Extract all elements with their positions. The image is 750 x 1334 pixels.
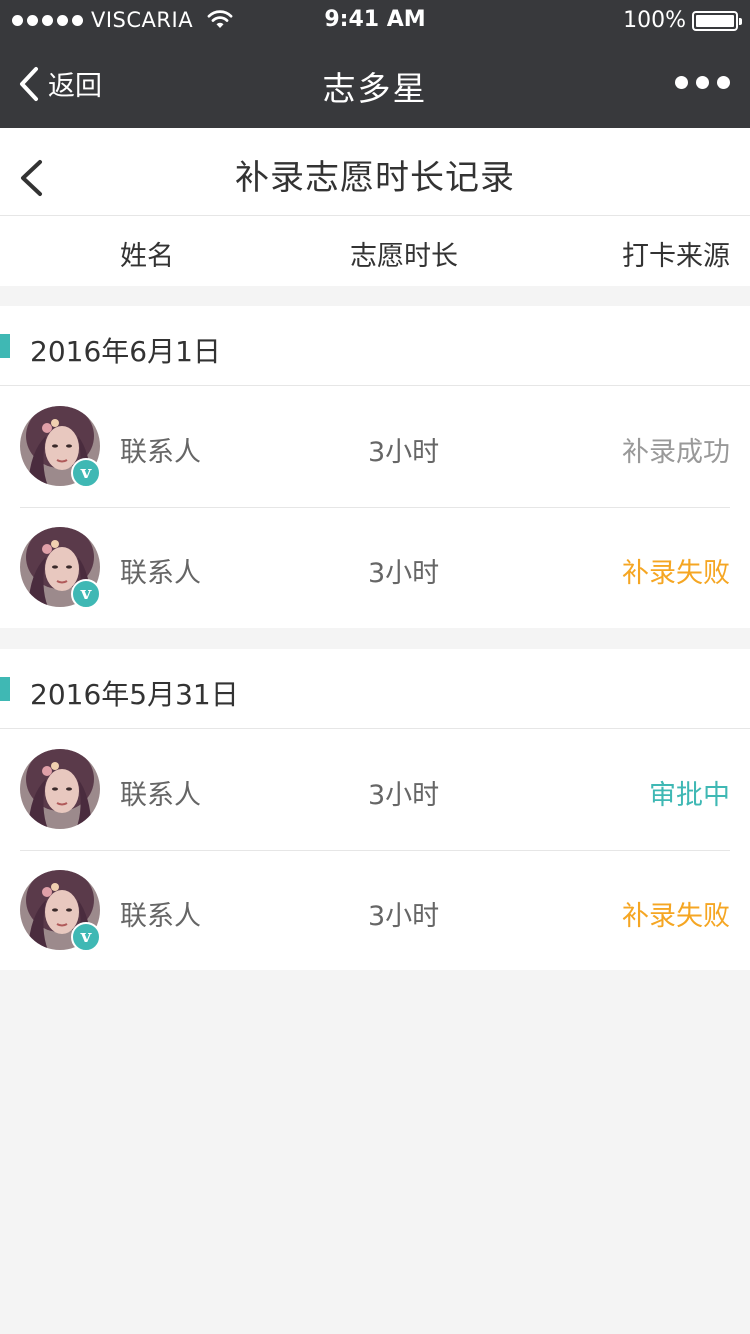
nav-title: 志多星 [322,69,428,108]
record-row[interactable]: v 联系人 3小时 补录成功 [0,386,750,507]
record-hours: 3小时 [368,558,440,589]
accent-bar [0,334,10,358]
verified-badge: v [71,922,101,952]
page-title: 补录志愿时长记录 [235,158,515,198]
more-dot-icon [696,76,709,89]
column-header: 姓名 志愿时长 打卡来源 [0,216,750,286]
record-name: 联系人 [120,780,201,811]
record-row[interactable]: v 联系人 3小时 补录失败 [0,507,750,628]
accent-bar [0,677,10,701]
record-hours: 3小时 [368,901,440,932]
record-row[interactable]: 联系人 3小时 审批中 [0,729,750,850]
record-status: 补录成功 [622,437,730,468]
column-hours: 志愿时长 [350,241,458,272]
record-name: 联系人 [120,558,201,589]
group-date: 2016年6月1日 [30,335,221,368]
avatar [20,749,100,829]
more-menu-button[interactable] [675,76,730,89]
verified-badge: v [71,458,101,488]
column-source: 打卡来源 [622,241,730,272]
battery-icon [692,10,742,31]
group-date: 2016年5月31日 [30,678,239,711]
status-right: 100% [623,8,742,33]
record-status: 审批中 [649,780,730,811]
record-name: 联系人 [120,901,201,932]
nav-bar: 返回 志多星 [0,40,750,128]
column-name: 姓名 [120,241,174,272]
record-status: 补录失败 [622,558,730,589]
group-header: 2016年6月1日 [0,306,750,386]
top-bar: VISCARIA 9:41 AM 100% 返回 志多星 [0,0,750,128]
record-hours: 3小时 [368,780,440,811]
date-group: 2016年5月31日 联系人 3小时 审批中 v 联系人 3小时 补录失败 [0,649,750,970]
page-header: 补录志愿时长记录 [0,128,750,216]
group-header: 2016年5月31日 [0,649,750,729]
record-name: 联系人 [120,437,201,468]
battery-percent: 100% [623,8,686,33]
more-dot-icon [675,76,688,89]
status-bar: VISCARIA 9:41 AM 100% [0,0,750,40]
more-dot-icon [717,76,730,89]
date-group: 2016年6月1日 v 联系人 3小时 补录成功 v 联系人 3小时 补录失败 [0,306,750,628]
record-status: 补录失败 [622,901,730,932]
record-hours: 3小时 [368,437,440,468]
avatar-image [20,749,100,829]
record-row[interactable]: v 联系人 3小时 补录失败 [0,850,750,971]
verified-badge: v [71,579,101,609]
